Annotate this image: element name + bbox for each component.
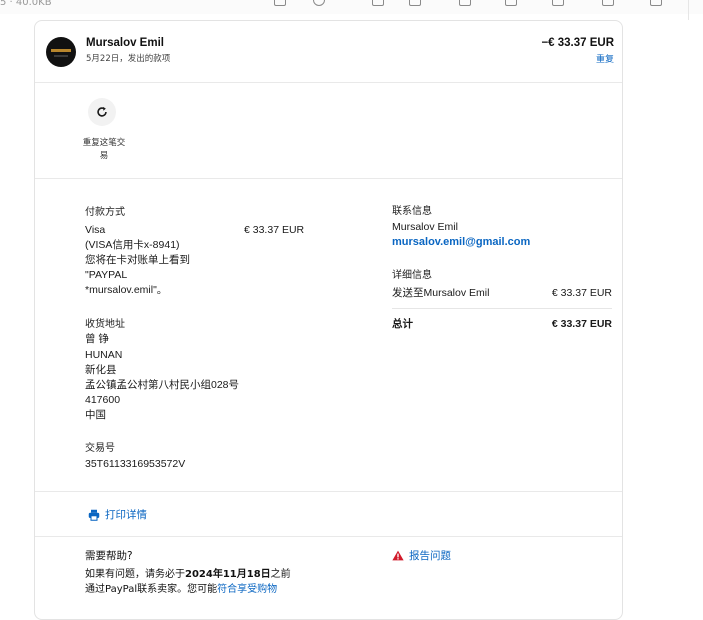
file-meta: 5 · 40.0KB bbox=[0, 0, 52, 8]
recipient-name: 曾 铮 bbox=[85, 333, 109, 345]
card-name: Visa bbox=[85, 224, 106, 236]
printer-icon bbox=[88, 509, 100, 521]
address-line: 417600 bbox=[85, 394, 121, 406]
toolbar-icon[interactable] bbox=[459, 0, 471, 6]
card-detail: (VISA信用卡x-8941) 您将在卡对账单上看到 "PAYPAL *murs… bbox=[85, 239, 190, 296]
transaction-amount: −€ 33.37 EUR bbox=[541, 37, 614, 49]
address-line: 中国 bbox=[85, 409, 106, 421]
transaction-subline: 5月22日，发出的款项 bbox=[86, 54, 171, 64]
toolbar-icon[interactable] bbox=[602, 0, 614, 6]
sent-to-label: 发送至Mursalov Emil bbox=[392, 287, 490, 299]
repeat-transaction-button[interactable] bbox=[88, 98, 116, 126]
purchase-protection-link[interactable]: 符合享受购物 bbox=[217, 584, 277, 595]
dispute-deadline: 2024年11月18日 bbox=[185, 569, 271, 580]
viewer-top-strip: 5 · 40.0KB bbox=[0, 0, 703, 14]
repeat-transaction-label: 重复这笔交易 bbox=[82, 138, 126, 161]
report-problem-link[interactable]: 报告问题 bbox=[392, 548, 451, 563]
toolbar-icon[interactable] bbox=[409, 0, 421, 6]
divider bbox=[35, 536, 622, 537]
divider bbox=[35, 491, 622, 492]
total-label: 总计 bbox=[392, 318, 413, 330]
contact-name: Mursalov Emil bbox=[392, 221, 458, 233]
print-details-label: 打印详情 bbox=[105, 509, 147, 521]
transaction-id-heading: 交易号 bbox=[85, 443, 115, 454]
toolbar-icon[interactable] bbox=[313, 0, 325, 6]
warning-icon bbox=[392, 550, 404, 561]
contact-heading: 联系信息 bbox=[392, 206, 432, 217]
viewer-divider bbox=[688, 0, 689, 20]
help-heading: 需要帮助? bbox=[85, 550, 133, 562]
help-text: 如果有问题，请务必于2024年11月18日之前 通过PayPal联系卖家。您可能… bbox=[85, 569, 291, 595]
toolbar-icon[interactable] bbox=[552, 0, 564, 6]
address-line: 孟公镇孟公村第八村民小组028号 bbox=[85, 379, 240, 391]
contact-email-link[interactable]: mursalov.emil@gmail.com bbox=[392, 235, 530, 250]
repeat-link[interactable]: 重复 bbox=[596, 52, 614, 65]
print-details-link[interactable]: 打印详情 bbox=[88, 507, 147, 522]
transaction-id: 35T6113316953572V bbox=[85, 458, 186, 470]
sent-amount: € 33.37 EUR bbox=[551, 287, 612, 299]
toolbar-icon[interactable] bbox=[505, 0, 517, 6]
merchant-name: Mursalov Emil bbox=[86, 37, 164, 49]
merchant-avatar bbox=[46, 37, 76, 67]
divider bbox=[35, 178, 622, 179]
details-heading: 详细信息 bbox=[392, 270, 432, 281]
toolbar-icon[interactable] bbox=[650, 0, 662, 6]
divider bbox=[35, 82, 622, 83]
total-amount: € 33.37 EUR bbox=[551, 318, 612, 330]
payment-method-heading: 付款方式 bbox=[85, 207, 125, 218]
address-line: 新化县 bbox=[85, 364, 117, 376]
divider bbox=[392, 308, 612, 309]
refresh-icon bbox=[97, 106, 107, 117]
payment-amount: € 33.37 EUR bbox=[244, 224, 305, 236]
shipping-address-heading: 收货地址 bbox=[85, 319, 125, 330]
report-problem-label: 报告问题 bbox=[409, 550, 451, 562]
toolbar-icon[interactable] bbox=[372, 0, 384, 6]
transaction-card: Mursalov Emil 5月22日，发出的款项 −€ 33.37 EUR 重… bbox=[34, 20, 623, 620]
address-line: HUNAN bbox=[85, 349, 123, 361]
toolbar-icon[interactable] bbox=[274, 0, 286, 6]
shipping-address: HUNAN 新化县 孟公镇孟公村第八村民小组028号 417600 中国 bbox=[85, 348, 239, 423]
